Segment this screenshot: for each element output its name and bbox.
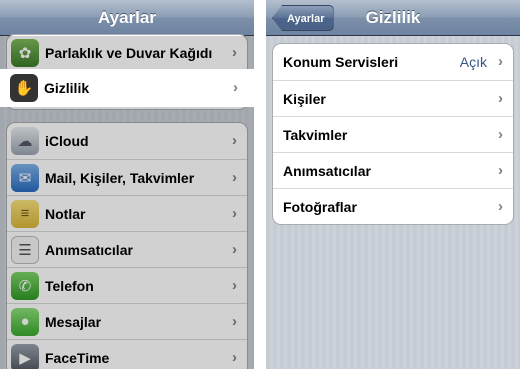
settings-item-brightness[interactable]: ✿ Parlaklık ve Duvar Kağıdı › xyxy=(7,35,247,71)
chevron-right-icon: › xyxy=(232,241,237,258)
privacy-pane: Ayarlar Gizlilik Konum Servisleri Açık ›… xyxy=(266,0,520,369)
settings-group-2: ☁ iCloud › ✉ Mail, Kişiler, Takvimler › … xyxy=(6,122,248,369)
privacy-item-label: Takvimler xyxy=(283,126,348,143)
settings-item-label: Mesajlar xyxy=(45,313,102,330)
settings-item-label: Parlaklık ve Duvar Kağıdı xyxy=(45,45,213,61)
settings-item-label: Mail, Kişiler, Takvimler xyxy=(45,169,195,186)
chevron-right-icon: › xyxy=(232,349,237,366)
settings-item-label: Anımsatıcılar xyxy=(45,241,133,258)
back-button[interactable]: Ayarlar xyxy=(272,5,334,31)
chevron-right-icon: › xyxy=(232,205,237,222)
chevron-right-icon: › xyxy=(498,126,503,143)
privacy-item-calendars[interactable]: Takvimler › xyxy=(273,116,513,152)
settings-item-icloud[interactable]: ☁ iCloud › xyxy=(7,123,247,159)
privacy-item-label: Anımsatıcılar xyxy=(283,162,371,179)
chevron-right-icon: › xyxy=(233,79,238,96)
settings-item-label: Notlar xyxy=(45,205,86,222)
settings-item-messages[interactable]: ● Mesajlar › xyxy=(7,303,247,339)
chevron-right-icon: › xyxy=(232,313,237,330)
settings-item-reminders[interactable]: ☰ Anımsatıcılar › xyxy=(7,231,247,267)
selected-row-highlight[interactable]: ✋ Gizlilik › xyxy=(0,69,254,107)
chevron-right-icon: › xyxy=(232,44,237,61)
hand-icon: ✋ xyxy=(10,74,38,102)
chevron-right-icon: › xyxy=(232,277,237,294)
settings-item-label: Gizlilik xyxy=(44,80,90,96)
facetime-icon: ▶ xyxy=(11,343,39,369)
settings-item-notes[interactable]: ≡ Notlar › xyxy=(7,195,247,231)
settings-item-phone[interactable]: ✆ Telefon › xyxy=(7,267,247,303)
settings-pane: Ayarlar ✿ Parlaklık ve Duvar Kağıdı › ✋ … xyxy=(0,0,254,369)
settings-item-mail[interactable]: ✉ Mail, Kişiler, Takvimler › xyxy=(7,159,247,195)
phone-icon: ✆ xyxy=(11,271,39,300)
chevron-right-icon: › xyxy=(232,169,237,186)
messages-icon: ● xyxy=(11,307,39,336)
location-status-value: Açık xyxy=(459,54,487,70)
settings-item-label: iCloud xyxy=(45,133,89,149)
privacy-item-label: Konum Servisleri xyxy=(283,54,399,70)
privacy-item-label: Fotoğraflar xyxy=(283,198,357,215)
settings-item-label: FaceTime xyxy=(45,349,110,366)
notes-icon: ≡ xyxy=(11,199,39,228)
chevron-right-icon: › xyxy=(498,53,503,70)
privacy-group: Konum Servisleri Açık › Kişiler › Takvim… xyxy=(272,43,514,225)
mail-icon: ✉ xyxy=(11,163,39,192)
privacy-item-label: Kişiler xyxy=(283,90,326,107)
privacy-item-contacts[interactable]: Kişiler › xyxy=(273,80,513,116)
flower-icon: ✿ xyxy=(11,39,39,67)
privacy-item-location[interactable]: Konum Servisleri Açık › xyxy=(273,44,513,80)
chevron-right-icon: › xyxy=(498,162,503,179)
privacy-item-reminders[interactable]: Anımsatıcılar › xyxy=(273,152,513,188)
reminders-icon: ☰ xyxy=(11,235,39,264)
cloud-icon: ☁ xyxy=(11,127,39,155)
privacy-navbar: Ayarlar Gizlilik xyxy=(266,0,520,36)
settings-title: Ayarlar xyxy=(98,8,156,27)
divider xyxy=(254,0,266,369)
settings-navbar: Ayarlar xyxy=(0,0,254,36)
privacy-item-photos[interactable]: Fotoğraflar › xyxy=(273,188,513,224)
chevron-right-icon: › xyxy=(232,132,237,149)
settings-item-facetime[interactable]: ▶ FaceTime › xyxy=(7,339,247,369)
chevron-right-icon: › xyxy=(498,198,503,215)
settings-item-label: Telefon xyxy=(45,277,94,294)
chevron-right-icon: › xyxy=(498,90,503,107)
privacy-title: Gizlilik xyxy=(365,8,421,27)
